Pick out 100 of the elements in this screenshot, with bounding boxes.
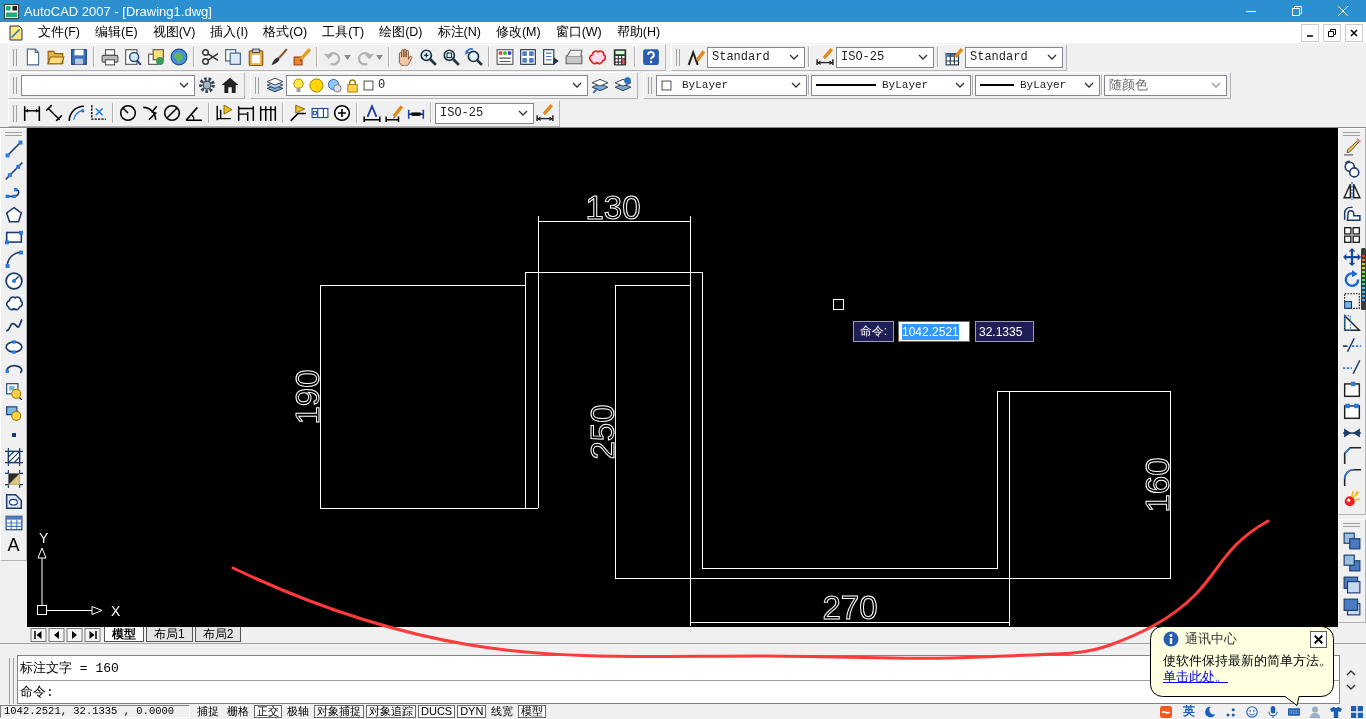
menu-item[interactable]: 标注(N) <box>431 24 487 41</box>
zoom-in-icon[interactable] <box>418 48 437 66</box>
radius-icon[interactable] <box>119 104 137 122</box>
menu-item[interactable]: 窗口(W) <box>549 24 608 41</box>
scroll-down-icon[interactable] <box>1346 683 1356 690</box>
layers-arrow-icon[interactable] <box>590 76 609 94</box>
jogged-arc-icon[interactable] <box>141 104 159 122</box>
status-toggle[interactable]: 线宽 <box>488 705 517 718</box>
drawing-canvas[interactable]: 130 190 250 160 270 Y X 命令: 1042.2521 32.1335 <box>27 128 1338 627</box>
overlapping-squares-icon[interactable] <box>1343 598 1361 616</box>
caret-icon[interactable] <box>376 54 383 60</box>
text-style-dropdown[interactable]: Standard <box>707 46 805 68</box>
microphone-icon[interactable] <box>1267 705 1279 718</box>
hatch-icon[interactable] <box>4 448 23 466</box>
menu-item[interactable]: 绘图(D) <box>373 24 429 41</box>
break-point-icon[interactable] <box>1343 380 1361 398</box>
status-toggle[interactable]: 对象追踪 <box>366 705 416 718</box>
document-arrow-icon[interactable] <box>541 48 560 66</box>
skip-first-icon[interactable] <box>30 628 47 642</box>
arrow-right-icon[interactable] <box>66 628 83 642</box>
arc-icon[interactable] <box>4 250 23 268</box>
status-toggle[interactable]: DYN <box>457 705 487 718</box>
square-circle-icon[interactable] <box>4 404 23 422</box>
table-pen-icon[interactable] <box>944 48 963 66</box>
minimize-icon[interactable] <box>1301 23 1319 42</box>
gear-icon[interactable] <box>197 76 216 94</box>
light-bulb-icon[interactable] <box>291 77 306 93</box>
lineweight-dropdown[interactable]: ByLayer <box>975 74 1100 96</box>
table-style-dropdown[interactable]: Standard <box>965 46 1063 68</box>
padlock-icon[interactable] <box>345 77 360 93</box>
overlapping-squares-icon[interactable] <box>1343 554 1361 572</box>
skip-last-icon[interactable] <box>84 628 101 642</box>
dimension-style-dropdown[interactable]: ISO-25 <box>836 46 934 68</box>
layers-icon[interactable] <box>265 76 284 94</box>
clipboard-icon[interactable] <box>246 48 265 66</box>
block-insert-icon[interactable] <box>4 382 23 400</box>
line-icon[interactable] <box>4 140 23 158</box>
open-folder-icon[interactable] <box>46 48 65 66</box>
restore-icon[interactable] <box>1323 23 1341 42</box>
dimension-pen-icon[interactable] <box>815 48 834 66</box>
continued-dimension-icon[interactable] <box>259 104 277 122</box>
scissors-icon[interactable] <box>200 48 219 66</box>
smiley-icon[interactable] <box>1246 705 1258 718</box>
circular-arrow-icon[interactable] <box>1343 270 1361 288</box>
menu-item[interactable]: 工具(T) <box>316 24 371 41</box>
color-squares-icon[interactable] <box>495 48 514 66</box>
linear-dimension-icon[interactable] <box>23 104 41 122</box>
dimension-pen-icon[interactable] <box>536 104 554 122</box>
circle-icon[interactable] <box>4 272 23 290</box>
dimension-edit-icon[interactable] <box>363 104 381 122</box>
paintbrush-icon[interactable] <box>269 48 288 66</box>
quick-dimension-icon[interactable] <box>215 104 233 122</box>
diameter-icon[interactable] <box>163 104 181 122</box>
ordinate-icon[interactable] <box>89 104 107 122</box>
point-icon[interactable] <box>11 433 16 437</box>
pentagon-icon[interactable] <box>4 206 23 224</box>
drawing-file-icon[interactable] <box>8 24 24 41</box>
rectangle-icon[interactable] <box>4 228 23 246</box>
dimension-style-dropdown[interactable]: ISO-25 <box>435 102 534 124</box>
break-icon[interactable] <box>1343 402 1361 420</box>
layout-tab[interactable]: 布局2 <box>194 627 242 642</box>
status-toggle[interactable]: 极轴 <box>284 705 312 718</box>
grid-icon[interactable] <box>1351 705 1363 718</box>
baseline-dimension-icon[interactable] <box>237 104 255 122</box>
house-icon[interactable] <box>220 76 239 94</box>
leader-icon[interactable] <box>289 104 307 122</box>
status-toggle[interactable]: 对象捕捉 <box>314 705 364 718</box>
construction-line-icon[interactable] <box>4 162 23 180</box>
caret-icon[interactable] <box>344 54 351 60</box>
dotted-square-icon[interactable] <box>1343 292 1361 310</box>
menu-item[interactable]: 修改(M) <box>489 24 547 41</box>
offset-icon[interactable] <box>1343 204 1361 222</box>
extend-icon[interactable] <box>1343 358 1361 376</box>
menu-item[interactable]: 文件(F) <box>32 24 86 41</box>
scroll-up-icon[interactable] <box>1346 669 1356 676</box>
moon-icon[interactable] <box>1204 705 1216 718</box>
chamfer-icon[interactable] <box>1343 446 1361 464</box>
linetype-dropdown[interactable]: ByLayer <box>811 74 971 96</box>
region-icon[interactable] <box>4 492 23 510</box>
zoom-window-icon[interactable] <box>441 48 460 66</box>
layout-tab[interactable]: 布局1 <box>146 627 193 642</box>
menu-item[interactable]: 编辑(E) <box>88 24 144 41</box>
zoom-back-icon[interactable] <box>464 48 483 66</box>
menu-item[interactable]: 视图(V) <box>146 24 202 41</box>
overlapping-squares-icon[interactable] <box>1343 532 1361 550</box>
status-toggle[interactable]: 正交 <box>254 705 282 718</box>
page-magnifier-icon[interactable] <box>123 48 142 66</box>
aligned-dimension-icon[interactable] <box>45 104 63 122</box>
arc-dimension-icon[interactable] <box>67 104 85 122</box>
stretch-icon[interactable] <box>1343 314 1361 332</box>
fillet-icon[interactable] <box>1343 468 1361 486</box>
y-coordinate-field[interactable]: 32.1335 <box>975 321 1034 342</box>
menu-item[interactable]: 帮助(H) <box>610 24 667 41</box>
cloud-outline-icon[interactable] <box>4 294 23 312</box>
two-circles-icon[interactable] <box>327 77 342 93</box>
globe-icon[interactable] <box>169 48 188 66</box>
menu-item[interactable]: 格式(O) <box>257 24 314 41</box>
linked-circles-icon[interactable] <box>1343 160 1361 178</box>
status-toggle[interactable]: 模型 <box>518 705 547 718</box>
printer-icon[interactable] <box>100 48 119 66</box>
